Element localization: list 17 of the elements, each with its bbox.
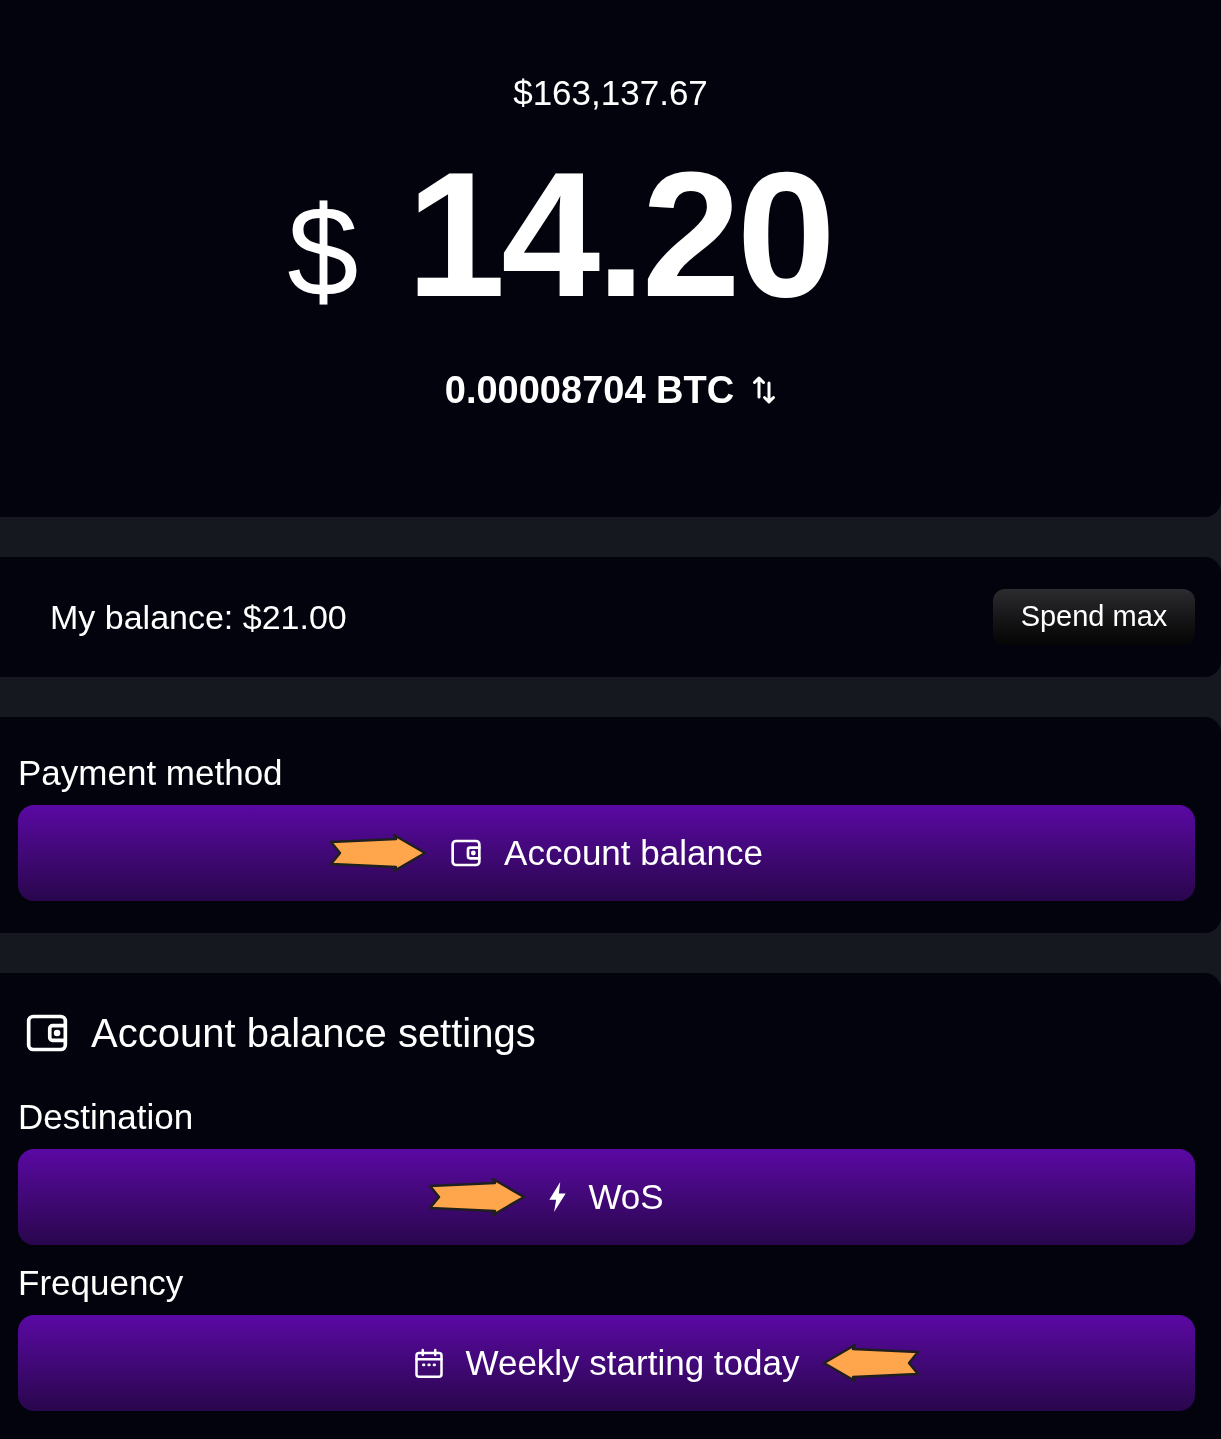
- payment-method-label: Payment method: [18, 753, 283, 793]
- total-fiat-value: $163,137.67: [513, 72, 708, 114]
- balance-label: My balance: $21.00: [50, 596, 347, 638]
- swap-arrows-icon: [752, 375, 777, 405]
- option-button[interactable]: WoS: [18, 1149, 1195, 1245]
- amount-value: 14.20: [406, 145, 832, 325]
- btc-amount: 0.00008704 BTC: [444, 368, 735, 412]
- spend-max-button[interactable]: Spend max: [993, 589, 1195, 645]
- calendar-icon: [413, 1348, 444, 1378]
- payment-method-button[interactable]: Account balance: [18, 805, 1195, 901]
- wallet-icon: [450, 837, 483, 869]
- field-label: Frequency: [18, 1263, 184, 1303]
- field-label: Destination: [18, 1097, 194, 1137]
- lightning-icon: [549, 1182, 567, 1212]
- settings-title: Account balance settings: [91, 1010, 536, 1057]
- option-button[interactable]: Weekly starting today: [18, 1315, 1195, 1411]
- currency-symbol: $: [287, 179, 359, 325]
